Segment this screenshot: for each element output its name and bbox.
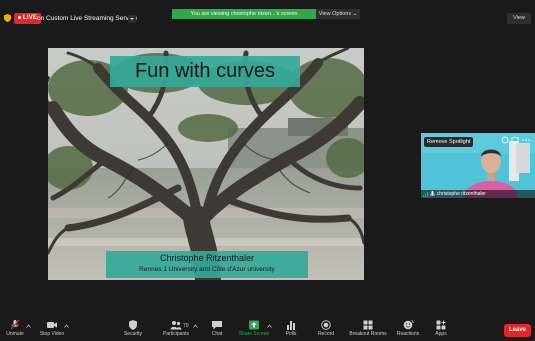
video-caret-icon[interactable] [64,324,69,328]
speaker-name: christophe ritzenthaler [436,191,486,197]
polls-icon [287,321,295,330]
record-label: Record [317,331,335,337]
leave-button[interactable]: Leave [504,324,531,337]
apps-icon [436,320,446,330]
shared-screen-slide: Fun with curves Christophe Ritzenthaler … [48,48,364,280]
chat-icon [212,321,222,330]
live-dot-icon [18,15,21,19]
slide-author-name: Christophe Ritzenthaler [159,253,255,263]
speaker-name-bar: christophe ritzenthaler [421,190,535,198]
view-button[interactable]: View [507,13,531,24]
share-caret-icon[interactable] [267,324,272,328]
share-screen-label: Share Screen [238,331,270,337]
signal-icon [423,191,429,197]
screen-share-banner: You are viewing christophe ritzen...'s s… [172,9,316,19]
breakout-rooms-icon [363,320,373,330]
microphone-icon [430,190,436,196]
slide-title: Fun with curves [110,56,300,87]
meeting-window: LIVE on Custom Live Streaming Service Yo… [0,0,535,341]
remove-spotlight-button[interactable]: Remove Spotlight [424,137,474,147]
participants-label: Participants [162,331,190,337]
meeting-toolbar: Unmute Stop Video Security Participants … [0,318,535,341]
video-camera-icon [47,322,57,328]
breakout-rooms-button[interactable]: Breakout Rooms [346,320,390,341]
participants-count: 70 [183,323,189,329]
reactions-button[interactable]: Reactions [394,320,422,341]
reactions-label: Reactions [396,331,420,337]
view-button-label: View [513,15,525,21]
apps-label: Apps [435,331,447,337]
slide-author-box: Christophe Ritzenthaler Rennes 1 Univers… [106,251,308,278]
share-screen-icon [249,320,259,330]
top-strip [0,0,535,9]
polls-label: Polls [285,331,297,337]
record-button[interactable]: Record [314,320,338,341]
shield-icon [129,320,137,330]
chat-button[interactable]: Chat [206,320,228,341]
slide-author-affiliation: Rennes 1 University and Côte d'Azur univ… [139,266,275,273]
thumbnail-controls[interactable] [501,136,533,144]
chevron-down-icon[interactable] [128,15,136,23]
participants-caret-icon[interactable] [193,324,198,328]
security-button[interactable]: Security [118,320,148,341]
people-icon [170,321,182,330]
unmute-label: Unmute [6,331,24,337]
live-streaming-label[interactable]: on Custom Live Streaming Service [37,14,137,24]
unmute-caret-icon[interactable] [26,324,31,328]
polls-button[interactable]: Polls [280,320,302,341]
encryption-shield-icon[interactable] [4,14,11,22]
chat-label: Chat [211,331,223,337]
reactions-icon [403,320,414,330]
view-options-button[interactable]: View Options ⌄ [316,9,360,19]
security-label: Security [123,331,143,337]
speaker-video-thumbnail[interactable]: Remove Spotlight christophe ritzenthaler [421,133,535,198]
record-icon [321,320,331,330]
apps-button[interactable]: Apps [430,320,452,341]
mic-muted-icon [10,320,20,330]
stop-video-label: Stop Video [39,331,65,337]
breakout-rooms-label: Breakout Rooms [349,331,387,337]
live-badge-text: LIVE [23,15,38,21]
